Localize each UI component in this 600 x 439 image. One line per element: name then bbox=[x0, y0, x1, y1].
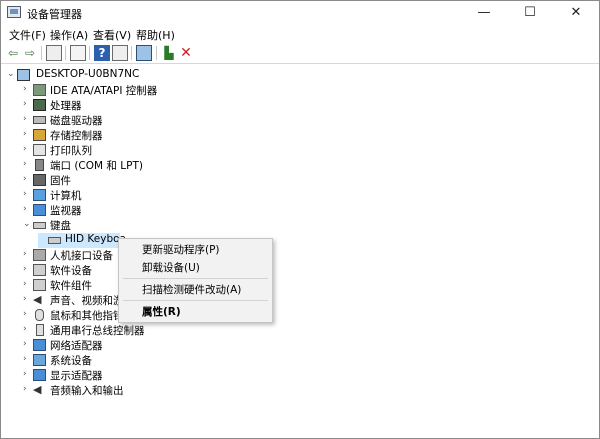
tree-item-label: 固件 bbox=[50, 175, 71, 187]
software-device-icon bbox=[33, 264, 46, 276]
tree-item-label: 处理器 bbox=[50, 100, 82, 112]
chevron-right-icon[interactable]: › bbox=[23, 84, 33, 94]
tree-item-label: 监视器 bbox=[50, 205, 82, 217]
printer-icon bbox=[33, 144, 46, 156]
software-component-icon bbox=[33, 279, 46, 291]
tree-item-label: 软件组件 bbox=[50, 280, 92, 292]
processor-icon bbox=[33, 99, 46, 111]
tree-item-label: 键盘 bbox=[50, 220, 71, 232]
show-hide-console-tree-icon[interactable] bbox=[46, 45, 62, 61]
back-arrow-icon[interactable]: ⇦ bbox=[5, 45, 21, 61]
tree-item-label: IDE ATA/ATAPI 控制器 bbox=[50, 85, 158, 97]
title-bar: 设备管理器 — ☐ ✕ bbox=[1, 1, 599, 25]
menu-action[interactable]: 操作(A) bbox=[50, 27, 88, 43]
forward-arrow-icon[interactable]: ⇨ bbox=[22, 45, 38, 61]
tree-item-label: 计算机 bbox=[50, 190, 82, 202]
system-device-icon bbox=[33, 354, 46, 366]
tree-item-label: 鼠标和其他指针 bbox=[50, 310, 124, 322]
context-menu: 更新驱动程序(P) 卸载设备(U) 扫描检测硬件改动(A) 属性(R) bbox=[118, 238, 273, 323]
usb-icon bbox=[36, 324, 44, 336]
tree-item-label: 通用串行总线控制器 bbox=[50, 325, 145, 337]
scan-hardware-menu-item[interactable]: 扫描检测硬件改动(A) bbox=[142, 282, 241, 297]
update-driver-icon[interactable]: ▙ bbox=[161, 45, 177, 61]
menu-separator bbox=[123, 278, 268, 279]
uninstall-device-menu-item[interactable]: 卸载设备(U) bbox=[142, 260, 200, 275]
device-manager-icon bbox=[7, 6, 21, 18]
port-icon bbox=[35, 159, 44, 171]
chevron-right-icon[interactable]: › bbox=[23, 309, 33, 319]
properties-icon[interactable] bbox=[70, 45, 86, 61]
chevron-right-icon[interactable]: › bbox=[23, 369, 33, 379]
close-button[interactable]: ✕ bbox=[553, 1, 599, 25]
monitor-icon bbox=[33, 204, 46, 216]
chevron-right-icon[interactable]: › bbox=[23, 249, 33, 259]
storage-controller-icon bbox=[33, 129, 46, 141]
tree-item-label: 端口 (COM 和 LPT) bbox=[50, 160, 143, 172]
toolbar: ⇦ ⇨ ? ▙ ✕ bbox=[1, 43, 599, 64]
chevron-right-icon[interactable]: › bbox=[23, 204, 33, 214]
chevron-right-icon[interactable]: › bbox=[23, 189, 33, 199]
tree-item-label: 显示适配器 bbox=[50, 370, 103, 382]
tree-root-label: DESKTOP-U0BN7NC bbox=[36, 68, 140, 80]
minimize-button[interactable]: — bbox=[461, 1, 507, 25]
help-icon[interactable]: ? bbox=[94, 45, 110, 61]
mouse-icon bbox=[35, 309, 44, 321]
chevron-right-icon[interactable]: › bbox=[23, 384, 33, 394]
menu-help[interactable]: 帮助(H) bbox=[136, 27, 175, 43]
properties-menu-item[interactable]: 属性(R) bbox=[142, 304, 181, 319]
chevron-down-icon[interactable]: ⌄ bbox=[23, 219, 33, 229]
chevron-right-icon[interactable]: › bbox=[23, 99, 33, 109]
device-manager-window: 设备管理器 — ☐ ✕ 文件(F) 操作(A) 查看(V) 帮助(H) ⇦ ⇨ … bbox=[0, 0, 600, 439]
tree-item-label: 声音、视频和游 bbox=[50, 295, 124, 307]
chevron-down-icon[interactable]: ⌄ bbox=[7, 69, 17, 79]
tree-item-label: HID Keyboa bbox=[65, 233, 126, 245]
network-adapter-icon bbox=[33, 339, 46, 351]
chevron-right-icon[interactable]: › bbox=[23, 264, 33, 274]
tree-item-label: 磁盘驱动器 bbox=[50, 115, 103, 127]
sound-icon: ◀ bbox=[33, 293, 42, 306]
menu-view[interactable]: 查看(V) bbox=[93, 27, 131, 43]
tree-item-label: 人机接口设备 bbox=[50, 250, 113, 262]
keyboard-device-icon bbox=[48, 237, 61, 244]
computer-icon bbox=[17, 69, 30, 81]
audio-io-icon: ◀ bbox=[33, 383, 42, 396]
update-driver-menu-item[interactable]: 更新驱动程序(P) bbox=[142, 242, 220, 257]
chevron-right-icon[interactable]: › bbox=[23, 129, 33, 139]
tree-item-label: 音频输入和输出 bbox=[50, 385, 124, 397]
tree-item-hid-keyboard[interactable]: HID Keyboa bbox=[38, 233, 126, 248]
tree-item-label: 软件设备 bbox=[50, 265, 92, 277]
scan-monitor-icon[interactable] bbox=[136, 45, 152, 61]
chevron-right-icon[interactable]: › bbox=[23, 159, 33, 169]
maximize-button[interactable]: ☐ bbox=[507, 1, 553, 25]
chevron-right-icon[interactable]: › bbox=[23, 174, 33, 184]
tree-item-label: 存储控制器 bbox=[50, 130, 103, 142]
chevron-right-icon[interactable]: › bbox=[23, 144, 33, 154]
tree-item-label: 网络适配器 bbox=[50, 340, 103, 352]
chevron-right-icon[interactable]: › bbox=[23, 114, 33, 124]
chevron-right-icon[interactable]: › bbox=[23, 354, 33, 364]
firmware-icon bbox=[33, 174, 46, 186]
menu-file[interactable]: 文件(F) bbox=[9, 27, 46, 43]
display-adapter-icon bbox=[33, 369, 46, 381]
hid-icon bbox=[33, 249, 46, 261]
uninstall-icon[interactable]: ✕ bbox=[178, 45, 194, 61]
tree-item-label: 打印队列 bbox=[50, 145, 92, 157]
menu-separator bbox=[123, 300, 268, 301]
window-title: 设备管理器 bbox=[27, 8, 82, 21]
chevron-right-icon[interactable]: › bbox=[23, 279, 33, 289]
ide-controller-icon bbox=[33, 84, 46, 96]
computer-icon bbox=[33, 189, 46, 201]
disk-drive-icon bbox=[33, 116, 46, 124]
keyboard-icon bbox=[33, 222, 46, 229]
action-pane-icon[interactable] bbox=[112, 45, 128, 61]
chevron-right-icon[interactable]: › bbox=[23, 339, 33, 349]
device-tree: ⌄ DESKTOP-U0BN7NC › IDE ATA/ATAPI 控制器 › … bbox=[1, 64, 599, 438]
chevron-right-icon[interactable]: › bbox=[23, 294, 33, 304]
tree-item-label: 系统设备 bbox=[50, 355, 92, 367]
menu-bar: 文件(F) 操作(A) 查看(V) 帮助(H) bbox=[1, 25, 599, 43]
chevron-right-icon[interactable]: › bbox=[23, 324, 33, 334]
